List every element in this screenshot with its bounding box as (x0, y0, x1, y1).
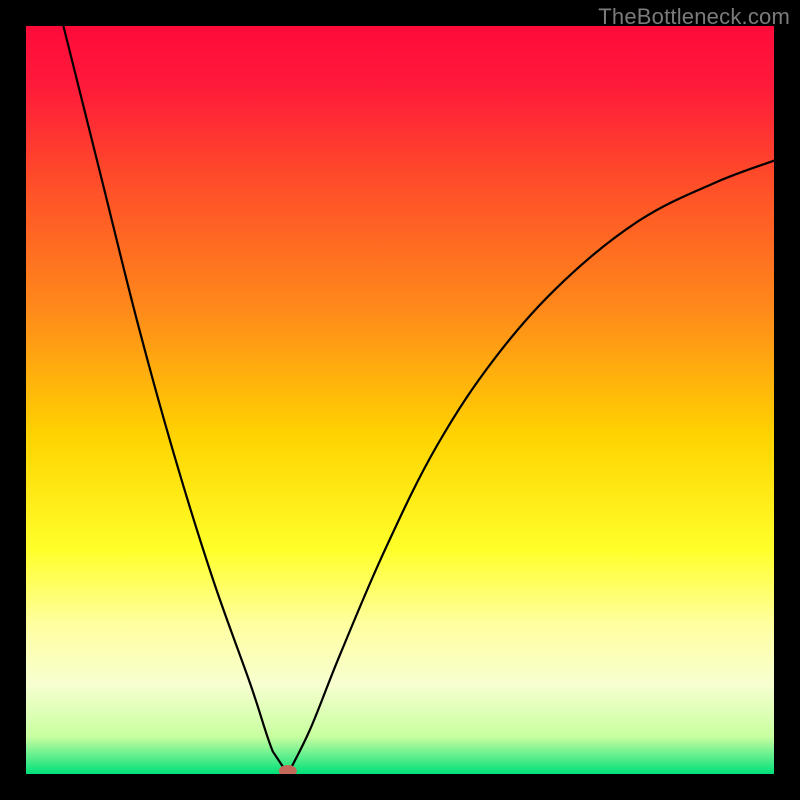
gradient-background (26, 26, 774, 774)
plot-area (26, 26, 774, 774)
chart-svg (26, 26, 774, 774)
chart-frame: TheBottleneck.com (0, 0, 800, 800)
